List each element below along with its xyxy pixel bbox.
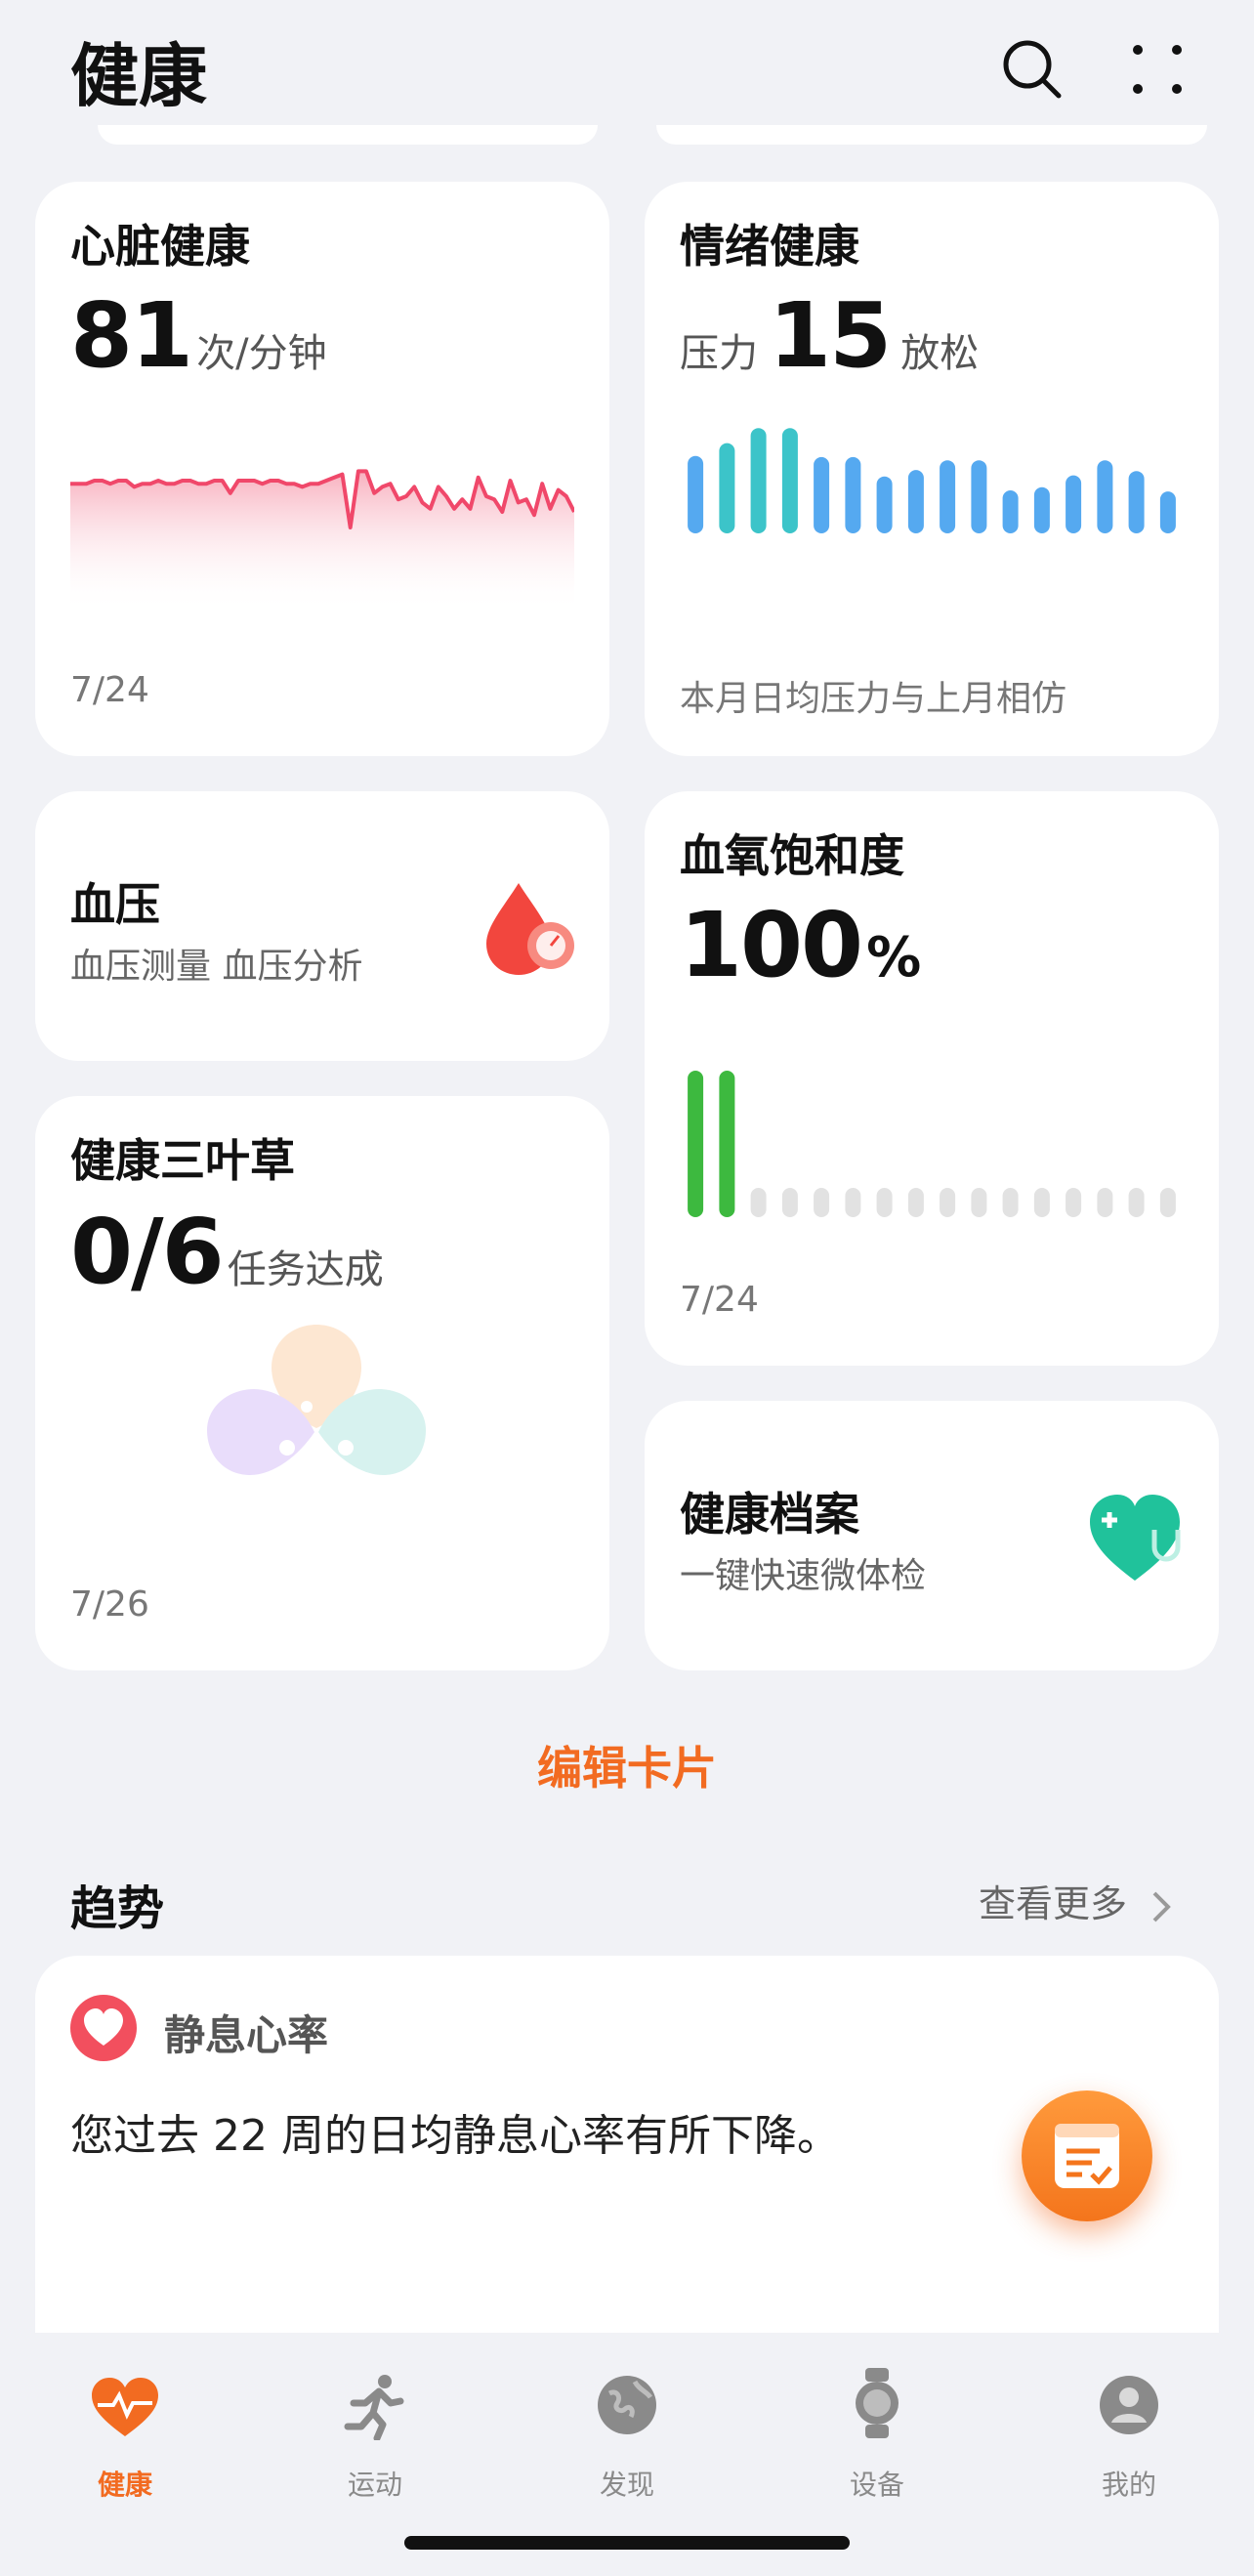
- spo2-bar: [719, 1071, 735, 1217]
- spo2-unit: %: [866, 926, 922, 990]
- trends-more-label: 查看更多: [979, 1882, 1128, 1925]
- tab-me-label: 我的: [1101, 2469, 1156, 2501]
- stress-bar: [814, 456, 830, 533]
- heart-card-date: 7/24: [70, 670, 149, 710]
- emotion-card-title: 情绪健康: [680, 220, 859, 273]
- stress-value: 15: [769, 283, 892, 388]
- profile-icon: [1100, 2376, 1158, 2434]
- stress-bar: [1128, 471, 1145, 533]
- watch-icon: [856, 2368, 899, 2438]
- bp-card-title: 血压: [70, 878, 160, 931]
- health-clover-card[interactable]: 健康三叶草 0/6 任务达成 7/26: [35, 1096, 609, 1670]
- trends-title: 趋势: [70, 1881, 165, 1936]
- spo2-bar: [1159, 1188, 1176, 1217]
- record-card-subtitle: 一键快速微体检: [680, 1556, 927, 1596]
- tab-exercise[interactable]: 运动: [307, 2356, 443, 2503]
- record-card-title: 健康档案: [680, 1488, 859, 1541]
- blood-pressure-card[interactable]: 血压 血压测量 血压分析: [35, 791, 609, 1061]
- report-icon: [1055, 2124, 1119, 2188]
- partial-card-left[interactable]: [98, 125, 598, 145]
- spo2-bar: [1097, 1188, 1113, 1217]
- stress-bar: [781, 428, 798, 533]
- spo2-bar: [1066, 1188, 1082, 1217]
- spo2-card[interactable]: 血氧饱和度 100 % 7/24: [645, 791, 1219, 1366]
- stress-bar: [750, 428, 767, 533]
- heart-rate-unit: 次/分钟: [196, 331, 327, 376]
- spo2-bar: [845, 1188, 861, 1217]
- tab-me[interactable]: 我的: [1061, 2356, 1197, 2503]
- stress-bar: [1066, 475, 1082, 533]
- spo2-value: 100: [680, 893, 863, 997]
- stress-bar: [907, 470, 924, 533]
- trend-item-text: 您过去 22 周的日均静息心率有所下降。: [70, 2111, 840, 2161]
- heart-stethoscope-icon: [1090, 1495, 1181, 1581]
- home-indicator[interactable]: [404, 2536, 850, 2550]
- heart-rate-value: 81: [70, 283, 193, 388]
- tab-discover[interactable]: 发现: [559, 2356, 695, 2503]
- stress-bar: [940, 460, 956, 533]
- clover-icon: [207, 1325, 426, 1475]
- spo2-bar: [1002, 1188, 1019, 1217]
- running-icon: [344, 2375, 404, 2440]
- stress-bar: [1159, 491, 1176, 533]
- tab-discover-label: 发现: [599, 2469, 654, 2501]
- spo2-bar: [1128, 1188, 1145, 1217]
- tab-devices[interactable]: 设备: [809, 2356, 945, 2503]
- spo2-card-date: 7/24: [680, 1280, 759, 1320]
- stress-bar: [719, 443, 735, 533]
- chevron-right-icon: [1152, 1891, 1171, 1921]
- globe-icon: [598, 2376, 656, 2434]
- bp-card-subtitle: 血压测量 血压分析: [70, 947, 363, 987]
- heart-card-title: 心脏健康: [70, 220, 250, 273]
- stress-note: 本月日均压力与上月相仿: [680, 679, 1067, 719]
- stress-bar-chart: [688, 428, 1176, 533]
- emotion-health-card[interactable]: 情绪健康 压力 15 放松 本月日均压力与上月相仿: [645, 182, 1219, 756]
- trend-item-name: 静息心率: [164, 2011, 329, 2059]
- spo2-bar: [781, 1188, 798, 1217]
- blood-drop-gauge-icon: [486, 883, 574, 975]
- stress-bar: [1002, 490, 1019, 533]
- stress-bar: [1097, 460, 1113, 533]
- spo2-bar: [907, 1188, 924, 1217]
- spo2-bar: [940, 1188, 956, 1217]
- clover-progress-unit: 任务达成: [227, 1247, 384, 1292]
- tab-devices-label: 设备: [849, 2469, 904, 2501]
- health-record-card[interactable]: 健康档案 一键快速微体检: [645, 1401, 1219, 1670]
- heart-rate-chart: [70, 469, 574, 612]
- partial-card-right[interactable]: [656, 125, 1207, 145]
- tab-exercise-label: 运动: [347, 2469, 402, 2501]
- spo2-card-title: 血氧饱和度: [680, 829, 904, 882]
- health-report-fab[interactable]: [1022, 2090, 1152, 2221]
- tab-health[interactable]: 健康: [57, 2356, 193, 2503]
- spo2-bar: [971, 1188, 987, 1217]
- trends-more-link[interactable]: 查看更多: [979, 1874, 1174, 1927]
- clover-progress-value: 0/6: [70, 1200, 225, 1304]
- spo2-bar-chart: [688, 1071, 1176, 1217]
- spo2-bar: [876, 1188, 893, 1217]
- stress-bar: [688, 455, 704, 533]
- clover-card-title: 健康三叶草: [70, 1134, 295, 1187]
- more-dots-icon[interactable]: [1123, 35, 1191, 104]
- spo2-bar: [1033, 1188, 1050, 1217]
- stress-level: 放松: [900, 331, 980, 376]
- heart-rate-area: [70, 471, 574, 612]
- stress-bar: [1033, 486, 1050, 533]
- stress-bar: [971, 460, 987, 533]
- stress-label: 压力: [680, 331, 758, 376]
- heart-badge-icon: [70, 1995, 137, 2061]
- edit-cards-link[interactable]: 编辑卡片: [0, 1733, 1254, 1797]
- stress-bar: [845, 456, 861, 533]
- spo2-bar: [814, 1188, 830, 1217]
- spo2-bar: [688, 1071, 704, 1217]
- search-icon[interactable]: [998, 35, 1066, 104]
- stress-bar: [876, 476, 893, 533]
- heart-pulse-icon: [92, 2378, 158, 2436]
- heart-health-card[interactable]: 心脏健康 81 次/分钟 7/24: [35, 182, 609, 756]
- page-title: 健康: [70, 36, 207, 116]
- tab-health-label: 健康: [97, 2469, 152, 2501]
- clover-card-date: 7/26: [70, 1584, 149, 1625]
- spo2-bar: [750, 1188, 767, 1217]
